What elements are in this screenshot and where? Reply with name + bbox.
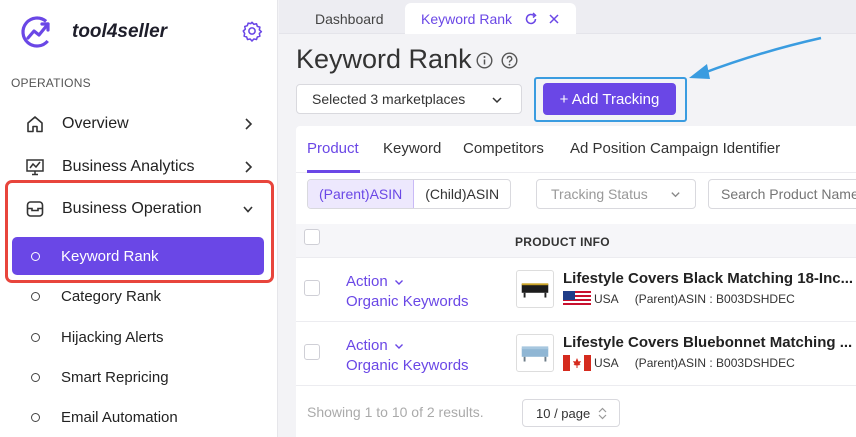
page-size-value: 10 / page <box>536 405 591 421</box>
country-label: USA <box>594 356 619 370</box>
asin-label: (Parent)ASIN : B003DSHDEC <box>634 356 795 370</box>
brand-name: tool4seller <box>72 21 168 42</box>
content-card: Product Keyword Competitors Ad Position … <box>296 126 856 437</box>
tab-dashboard[interactable]: Dashboard <box>315 3 384 34</box>
subtab-keyword[interactable]: Keyword <box>383 140 441 157</box>
sidebar-subitem-category-rank[interactable]: Category Rank <box>0 277 278 315</box>
row-checkbox[interactable] <box>304 280 320 296</box>
gear-icon[interactable] <box>241 20 263 42</box>
chevron-right-icon <box>245 161 253 173</box>
action-dropdown[interactable]: Action <box>346 337 404 354</box>
inbox-icon <box>26 201 44 217</box>
action-dropdown[interactable]: Action <box>346 273 404 290</box>
tool4seller-logo-icon <box>21 16 53 48</box>
bullet-icon <box>31 332 40 342</box>
chevron-down-icon <box>243 206 253 213</box>
pagination: Showing 1 to 10 of 2 results. 10 / page <box>296 396 856 437</box>
annotation-arrow-icon <box>689 36 822 79</box>
chevron-down-icon <box>492 97 502 104</box>
subtab-product[interactable]: Product <box>307 140 359 157</box>
active-tab-indicator <box>307 170 360 173</box>
table-row: Action Organic Keywords Lifestyle Covers… <box>296 322 856 386</box>
product-meta: USA (Parent)ASIN : B003DSHDEC <box>563 355 795 371</box>
country-label: USA <box>594 292 619 306</box>
sidebar-subitem-label: Category Rank <box>61 287 162 305</box>
sidebar-subitem-hijacking-alerts[interactable]: Hijacking Alerts <box>0 318 278 356</box>
sidebar-subitem-keyword-rank[interactable]: Keyword Rank <box>12 237 264 275</box>
chevron-down-icon <box>394 343 403 349</box>
table-header: PRODUCT INFO <box>296 224 856 258</box>
action-label: Action <box>346 337 388 354</box>
organic-keywords-link[interactable]: Organic Keywords <box>346 293 469 310</box>
product-thumbnail-black-cover[interactable] <box>516 270 554 308</box>
brand[interactable]: tool4seller <box>20 14 167 50</box>
subtab-competitors[interactable]: Competitors <box>463 140 544 157</box>
product-thumbnail-bluebonnet-cover[interactable] <box>516 334 554 372</box>
usa-flag-icon <box>563 291 591 307</box>
chevron-right-icon <box>245 118 253 130</box>
sidebar-item-business-analytics[interactable]: Business Analytics <box>0 147 278 187</box>
chevron-down-icon <box>671 192 680 198</box>
chevron-down-icon <box>394 279 403 285</box>
search-input[interactable] <box>708 179 856 209</box>
asin-label: (Parent)ASIN : B003DSHDEC <box>634 292 795 306</box>
tab-bar: Dashboard Keyword Rank <box>279 0 856 34</box>
asin-toggle: (Parent)ASIN (Child)ASIN <box>307 179 512 209</box>
child-asin-option[interactable]: (Child)ASIN <box>414 180 510 208</box>
subtab-bar: Product Keyword Competitors Ad Position … <box>296 126 856 173</box>
tab-label: Dashboard <box>315 10 384 27</box>
tracking-status-placeholder: Tracking Status <box>551 186 648 202</box>
refresh-icon[interactable] <box>524 11 538 26</box>
product-meta: USA (Parent)ASIN : B003DSHDEC <box>563 291 795 307</box>
analytics-icon <box>26 159 44 176</box>
table-row: Action Organic Keywords Lifestyle Covers… <box>296 258 856 322</box>
tracking-status-select[interactable]: Tracking Status <box>536 179 696 209</box>
select-all-checkbox[interactable] <box>304 229 320 245</box>
action-label: Action <box>346 273 388 290</box>
sidebar-item-overview[interactable]: Overview <box>0 104 278 144</box>
product-title[interactable]: Lifestyle Covers Bluebonnet Matching ... <box>563 334 856 351</box>
sidebar-item-label: Overview <box>62 115 129 132</box>
close-icon[interactable] <box>548 13 560 25</box>
organic-keywords-link[interactable]: Organic Keywords <box>346 357 469 374</box>
bullet-icon <box>31 412 40 422</box>
tab-keyword-rank[interactable]: Keyword Rank <box>405 3 577 34</box>
main-content: Dashboard Keyword Rank Keyword Rank Sele… <box>279 0 856 437</box>
product-title[interactable]: Lifestyle Covers Black Matching 18-Inc..… <box>563 270 856 287</box>
sidebar-subitem-email-automation[interactable]: Email Automation <box>0 398 278 436</box>
tab-label: Keyword Rank <box>421 10 513 27</box>
sidebar-subitem-label: Smart Repricing <box>61 368 169 386</box>
bullet-icon <box>31 291 40 301</box>
section-label-operations: OPERATIONS <box>11 76 91 90</box>
info-icon[interactable] <box>476 52 493 69</box>
page-size-select[interactable]: 10 / page <box>522 399 620 427</box>
sidebar-subitem-label: Hijacking Alerts <box>61 328 164 346</box>
sort-arrows-icon <box>598 407 607 420</box>
marketplace-select[interactable]: Selected 3 marketplaces <box>296 84 522 114</box>
sidebar-subitem-smart-repricing[interactable]: Smart Repricing <box>0 358 278 396</box>
column-header-product-info: PRODUCT INFO <box>515 235 610 249</box>
bullet-icon <box>31 251 40 261</box>
pagination-summary: Showing 1 to 10 of 2 results. <box>307 404 484 420</box>
add-tracking-button[interactable]: + Add Tracking <box>543 83 676 115</box>
sidebar: tool4seller OPERATIONS Overview Business… <box>0 0 278 437</box>
sidebar-subitem-label: Email Automation <box>61 408 178 426</box>
home-icon <box>27 116 43 133</box>
sidebar-item-label: Business Operation <box>62 200 202 217</box>
row-checkbox[interactable] <box>304 344 320 360</box>
sidebar-item-label: Business Analytics <box>62 158 195 175</box>
canada-flag-icon <box>563 355 591 371</box>
marketplace-select-value: Selected 3 marketplaces <box>312 91 466 107</box>
parent-asin-option[interactable]: (Parent)ASIN <box>308 180 415 208</box>
subtab-ad-position[interactable]: Ad Position Campaign Identifier <box>570 140 780 157</box>
page-title: Keyword Rank <box>296 44 472 74</box>
sidebar-subitem-label: Keyword Rank <box>61 247 159 265</box>
sidebar-item-business-operation[interactable]: Business Operation <box>0 189 278 229</box>
help-icon[interactable] <box>501 52 518 69</box>
bullet-icon <box>31 372 40 382</box>
